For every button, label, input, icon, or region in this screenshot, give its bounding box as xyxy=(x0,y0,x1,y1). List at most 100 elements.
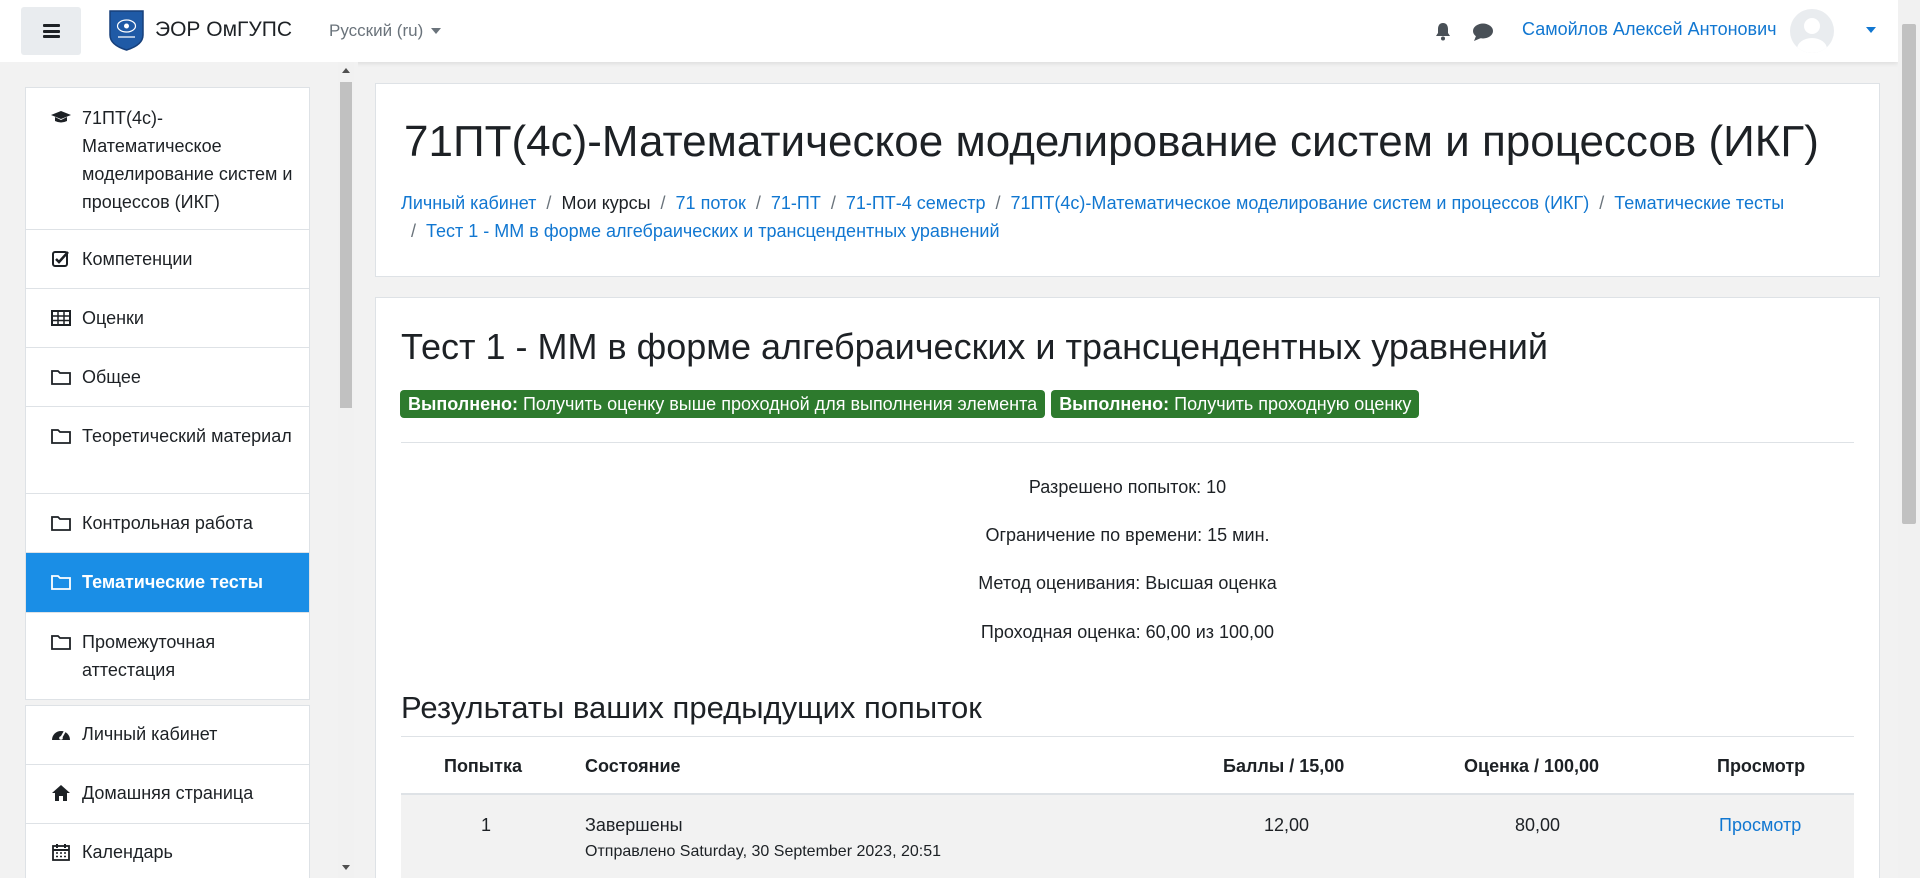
language-label: Русский (ru) xyxy=(329,21,424,40)
user-name[interactable]: Самойлов Алексей Антонович xyxy=(1522,19,1777,40)
breadcrumb-separator: / xyxy=(1599,193,1605,213)
drawer-item-label: Общее xyxy=(82,367,141,387)
nav-drawer: 71ПТ(4с)-Математическое моделирование си… xyxy=(0,62,358,878)
drawer-item-label: Промежуточная аттестация xyxy=(82,632,216,680)
drawer-toggle-button[interactable] xyxy=(21,7,81,55)
attempt-points: 12,00 xyxy=(1264,815,1310,835)
breadcrumb-separator: / xyxy=(660,193,666,213)
drawer-item-theory[interactable]: Теоретический материал xyxy=(26,407,309,494)
drawer-item-competencies[interactable]: Компетенции xyxy=(26,230,309,289)
drawer-item-label: Домашняя страница xyxy=(82,783,254,803)
breadcrumb: Личный кабинет / Мои курсы / 71 поток / 71-ПТ /… xyxy=(401,189,1861,245)
drawer-item-general[interactable]: Общее xyxy=(26,348,309,407)
completion-text: Получить проходную оценку xyxy=(1174,394,1412,414)
column-header-attempt: Попытка xyxy=(444,756,523,776)
folder-icon xyxy=(51,429,71,444)
top-navbar: ЭОР ОмГУПС Русский (ru) Самойлов Алексей… xyxy=(0,0,1898,62)
drawer-item-label: Календарь xyxy=(82,842,173,862)
drawer-item-label: 71ПТ(4с)-Математическое моделирование си… xyxy=(82,108,293,212)
hamburger-icon xyxy=(42,24,60,38)
page-scrollbar-thumb[interactable] xyxy=(1902,24,1916,524)
drawer-scrollbar[interactable] xyxy=(338,62,354,878)
column-header-points: Баллы / 15,00 xyxy=(1223,756,1345,776)
drawer-item-course[interactable]: 71ПТ(4с)-Математическое моделирование си… xyxy=(26,88,309,230)
caret-down-icon xyxy=(431,28,442,34)
site-nav-panel: Личный кабинет Домашняя страница Календа… xyxy=(25,705,310,878)
completion-status: Выполнено: xyxy=(1059,394,1170,414)
attempt-grade: 80,00 xyxy=(1515,815,1561,835)
breadcrumb-item: Мои курсы xyxy=(561,193,651,213)
activity-title: Тест 1 - ММ в форме алгебраических и тра… xyxy=(401,326,1548,367)
messages-icon[interactable] xyxy=(1472,22,1494,42)
graduation-cap-icon xyxy=(51,111,71,123)
review-cell: Просмотр xyxy=(1719,815,1801,836)
completion-text: Получить оценку выше проходной для выпол… xyxy=(522,394,1038,414)
attempt-state: Завершены xyxy=(585,815,683,835)
folder-icon xyxy=(51,516,71,531)
user-avatar[interactable] xyxy=(1790,9,1834,53)
avatar-placeholder-icon xyxy=(1797,18,1827,53)
breadcrumb-item[interactable]: Тематические тесты xyxy=(1614,193,1784,213)
scroll-up-arrow-icon[interactable] xyxy=(342,68,350,73)
university-logo xyxy=(109,10,144,51)
completion-badge: Выполнено: Получить оценку выше проходно… xyxy=(400,390,1046,418)
dashboard-icon xyxy=(52,730,70,740)
table-icon xyxy=(51,310,71,326)
drawer-item-control-work[interactable]: Контрольная работа xyxy=(26,494,309,553)
folder-icon xyxy=(51,575,71,590)
breadcrumb-item[interactable]: Личный кабинет xyxy=(401,193,536,213)
drawer-item-intermediate[interactable]: Промежуточная аттестация xyxy=(26,613,309,700)
breadcrumb-separator: / xyxy=(546,193,552,213)
table-row: 1 Завершены Отправлено Saturday, 30 Sept… xyxy=(401,795,1854,878)
attempts-allowed: Разрешено попыток: 10 xyxy=(1028,477,1227,497)
breadcrumb-separator: / xyxy=(995,193,1001,213)
results-table-header: Попытка Состояние Баллы / 15,00 Оценка /… xyxy=(401,737,1854,795)
drawer-item-label: Контрольная работа xyxy=(82,513,253,533)
drawer-item-label: Теоретический материал xyxy=(82,426,292,446)
drawer-item-home[interactable]: Домашняя страница xyxy=(26,765,309,824)
user-menu-caret-icon[interactable] xyxy=(1866,27,1876,33)
breadcrumb-item[interactable]: 71 поток xyxy=(676,193,746,213)
bell-icon[interactable] xyxy=(1433,21,1453,41)
check-square-icon xyxy=(52,251,69,267)
drawer-item-calendar[interactable]: Календарь xyxy=(26,824,309,878)
calendar-icon xyxy=(52,844,70,861)
breadcrumb-separator: / xyxy=(411,221,417,241)
attempt-submitted: Отправлено Saturday, 30 September 2023, … xyxy=(585,843,941,860)
completion-status: Выполнено: xyxy=(408,394,518,414)
home-icon xyxy=(52,785,70,801)
drawer-scrollbar-thumb[interactable] xyxy=(340,82,352,408)
column-header-grade: Оценка / 100,00 xyxy=(1464,756,1600,776)
drawer-item-thematic-tests[interactable]: Тематические тесты xyxy=(26,553,309,613)
divider xyxy=(401,442,1854,443)
language-menu[interactable]: Русский (ru) xyxy=(329,21,442,41)
breadcrumb-separator: / xyxy=(830,193,836,213)
drawer-item-grades[interactable]: Оценки xyxy=(26,289,309,348)
column-header-review: Просмотр xyxy=(1717,756,1806,776)
passing-grade: Проходная оценка: 60,00 из 100,00 xyxy=(980,622,1275,642)
site-brand[interactable]: ЭОР ОмГУПС xyxy=(108,9,292,51)
site-name: ЭОР ОмГУПС xyxy=(155,18,293,41)
course-title: 71ПТ(4с)-Математическое моделирование си… xyxy=(404,117,1819,166)
page-header-card xyxy=(375,83,1880,277)
page-scrollbar[interactable] xyxy=(1898,0,1920,878)
column-header-state: Состояние xyxy=(585,756,681,776)
breadcrumb-item[interactable]: 71ПТ(4с)-Математическое моделирование си… xyxy=(1010,193,1589,213)
breadcrumb-item[interactable]: 71-ПТ xyxy=(771,193,821,213)
results-title: Результаты ваших предыдущих попыток xyxy=(401,690,982,725)
completion-badge: Выполнено: Получить проходную оценку xyxy=(1051,390,1420,418)
time-limit: Ограничение по времени: 15 мин. xyxy=(985,525,1270,545)
grading-method: Метод оценивания: Высшая оценка xyxy=(978,573,1277,593)
drawer-item-label: Личный кабинет xyxy=(82,724,218,744)
drawer-item-label: Оценки xyxy=(82,308,144,328)
breadcrumb-item[interactable]: Тест 1 - ММ в форме алгебраических и тра… xyxy=(426,221,1000,241)
folder-icon xyxy=(51,370,71,385)
breadcrumb-item[interactable]: 71-ПТ-4 семестр xyxy=(846,193,986,213)
breadcrumb-separator: / xyxy=(755,193,761,213)
review-link[interactable]: Просмотр xyxy=(1719,815,1801,835)
drawer-item-dashboard[interactable]: Личный кабинет xyxy=(26,706,309,765)
scroll-down-arrow-icon[interactable] xyxy=(342,865,350,870)
course-nav-panel: 71ПТ(4с)-Математическое моделирование си… xyxy=(25,87,310,700)
attempt-number: 1 xyxy=(481,815,492,835)
drawer-item-label: Компетенции xyxy=(82,249,193,269)
